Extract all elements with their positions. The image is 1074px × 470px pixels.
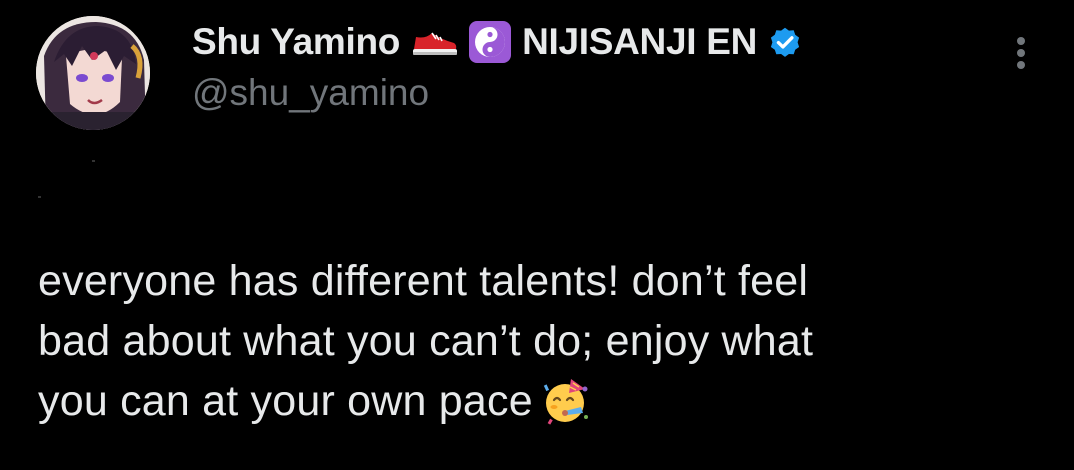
author-handle[interactable]: @shu_yamino: [192, 72, 429, 114]
display-name[interactable]: Shu Yamino: [192, 21, 400, 63]
tweet-line: bad about what you can’t do; enjoy what: [38, 317, 814, 365]
more-options-button[interactable]: [1004, 30, 1038, 76]
more-dot: [1017, 61, 1025, 69]
partying-face-icon: [541, 375, 591, 441]
artifact-speck: [38, 196, 41, 198]
tweet-line-text: you can at your own pace: [38, 377, 533, 425]
avatar-image: [36, 16, 150, 130]
tweet-text: everyone has different talents! don’t fe…: [38, 251, 1048, 441]
affiliation-label: NIJISANJI EN: [522, 21, 758, 62]
more-dot: [1017, 49, 1025, 57]
avatar[interactable]: [36, 16, 150, 130]
verified-badge-icon[interactable]: [767, 24, 803, 60]
author-name-row[interactable]: Shu Yamino NIJISANJI EN: [192, 18, 803, 66]
artifact-speck: [92, 160, 95, 162]
tweet-line-last: you can at your own pace: [38, 371, 1048, 441]
tweet-line: everyone has different talents! don’t fe…: [38, 257, 809, 305]
more-dot: [1017, 37, 1025, 45]
yin-yang-icon: [468, 20, 512, 64]
sneaker-icon: [410, 25, 458, 59]
